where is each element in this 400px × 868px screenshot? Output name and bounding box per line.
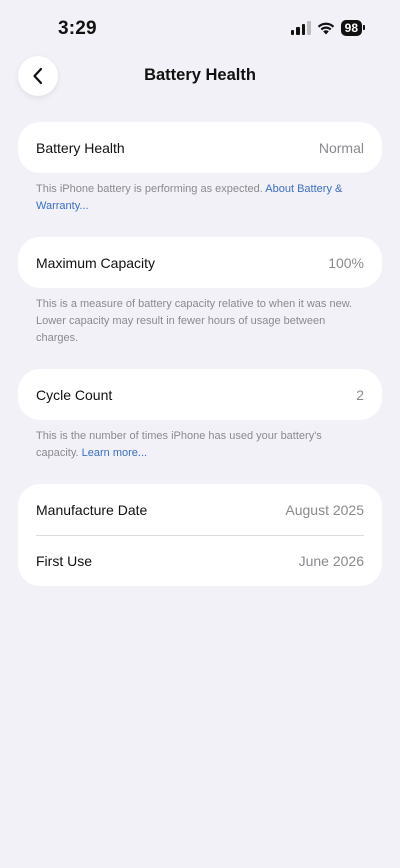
first-use-row: First Use June 2026 <box>18 535 382 586</box>
battery-health-row: Battery Health Normal <box>18 122 382 173</box>
cellular-signal-icon <box>290 21 311 35</box>
battery-level: 98 <box>344 21 358 35</box>
battery-health-label: Battery Health <box>36 139 125 156</box>
manufacture-date-label: Manufacture Date <box>36 501 148 518</box>
cycle-count-footnote-text: This is the number of times iPhone has u… <box>36 430 322 459</box>
manufacture-date-row: Manufacture Date August 2025 <box>18 484 382 535</box>
first-use-value: June 2026 <box>298 552 364 569</box>
status-time: 3:29 <box>58 18 97 39</box>
battery-health-value: Normal <box>318 139 364 156</box>
battery-health-footnote-text: This iPhone battery is performing as exp… <box>36 183 263 195</box>
maximum-capacity-value: 100% <box>328 254 364 271</box>
status-icons: 98 <box>290 20 366 36</box>
maximum-capacity-footnote: This is a measure of battery capacity re… <box>36 298 353 344</box>
battery-health-content: Battery Health Normal This iPhone batter… <box>18 122 382 586</box>
learn-more-link[interactable]: Learn more... <box>82 447 147 459</box>
battery-health-card: Battery Health Normal <box>18 122 382 173</box>
cycle-count-label: Cycle Count <box>36 386 113 403</box>
maximum-capacity-label: Maximum Capacity <box>36 254 156 271</box>
cycle-count-value: 2 <box>356 386 364 403</box>
cycle-count-card: Cycle Count 2 <box>18 369 382 420</box>
cycle-count-row: Cycle Count 2 <box>18 369 382 420</box>
page-title: Battery Health <box>144 66 256 84</box>
first-use-label: First Use <box>36 552 92 569</box>
battery-icon: 98 <box>340 20 366 36</box>
maximum-capacity-row: Maximum Capacity 100% <box>18 237 382 288</box>
nav-bar: Battery Health <box>0 56 400 96</box>
dates-card: Manufacture Date August 2025 First Use J… <box>18 484 382 586</box>
wifi-icon <box>317 22 334 35</box>
battery-health-footnote: This iPhone battery is performing as exp… <box>18 173 382 215</box>
maximum-capacity-card: Maximum Capacity 100% <box>18 237 382 288</box>
status-bar: 3:29 98 <box>0 0 400 56</box>
manufacture-date-value: August 2025 <box>285 501 364 518</box>
cycle-count-footnote: This is the number of times iPhone has u… <box>18 420 382 462</box>
